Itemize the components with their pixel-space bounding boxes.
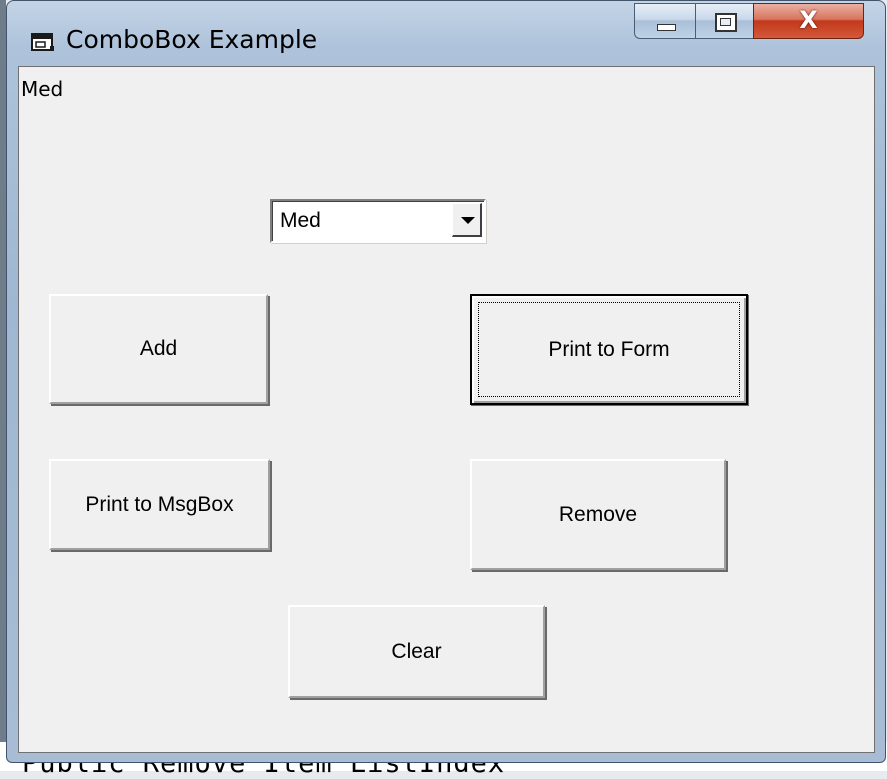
form-client-area: Med Med Add Print to Form Print to MsgBo… <box>18 66 875 753</box>
combobox[interactable]: Med <box>270 199 486 243</box>
print-to-form-button-label: Print to Form <box>548 337 670 361</box>
window-title: ComboBox Example <box>66 25 318 54</box>
remove-button-label: Remove <box>558 502 638 526</box>
combobox-dropdown-button[interactable] <box>452 203 482 237</box>
maximize-button[interactable] <box>695 3 753 39</box>
minimize-icon <box>657 24 676 31</box>
close-button[interactable]: X <box>753 3 864 39</box>
combobox-value[interactable]: Med <box>280 209 321 233</box>
combobox-example-window: ComboBox Example X Med Med Add Print to … <box>6 0 886 763</box>
form-icon <box>31 33 54 51</box>
print-to-msgbox-button-label: Print to MsgBox <box>85 492 234 516</box>
close-icon: X <box>799 6 818 34</box>
print-to-form-button[interactable]: Print to Form <box>470 294 748 405</box>
maximize-icon <box>715 13 737 32</box>
add-button-label: Add <box>139 337 178 360</box>
clear-button-label: Clear <box>391 639 442 663</box>
title-bar[interactable]: ComboBox Example X <box>7 1 885 65</box>
caption-buttons: X <box>634 3 864 41</box>
print-to-msgbox-button[interactable]: Print to MsgBox <box>49 459 270 550</box>
clear-button[interactable]: Clear <box>288 605 545 698</box>
minimize-button[interactable] <box>634 3 695 39</box>
add-button[interactable]: Add <box>49 294 268 404</box>
remove-button[interactable]: Remove <box>470 459 726 570</box>
form-printed-text: Med <box>21 77 64 101</box>
